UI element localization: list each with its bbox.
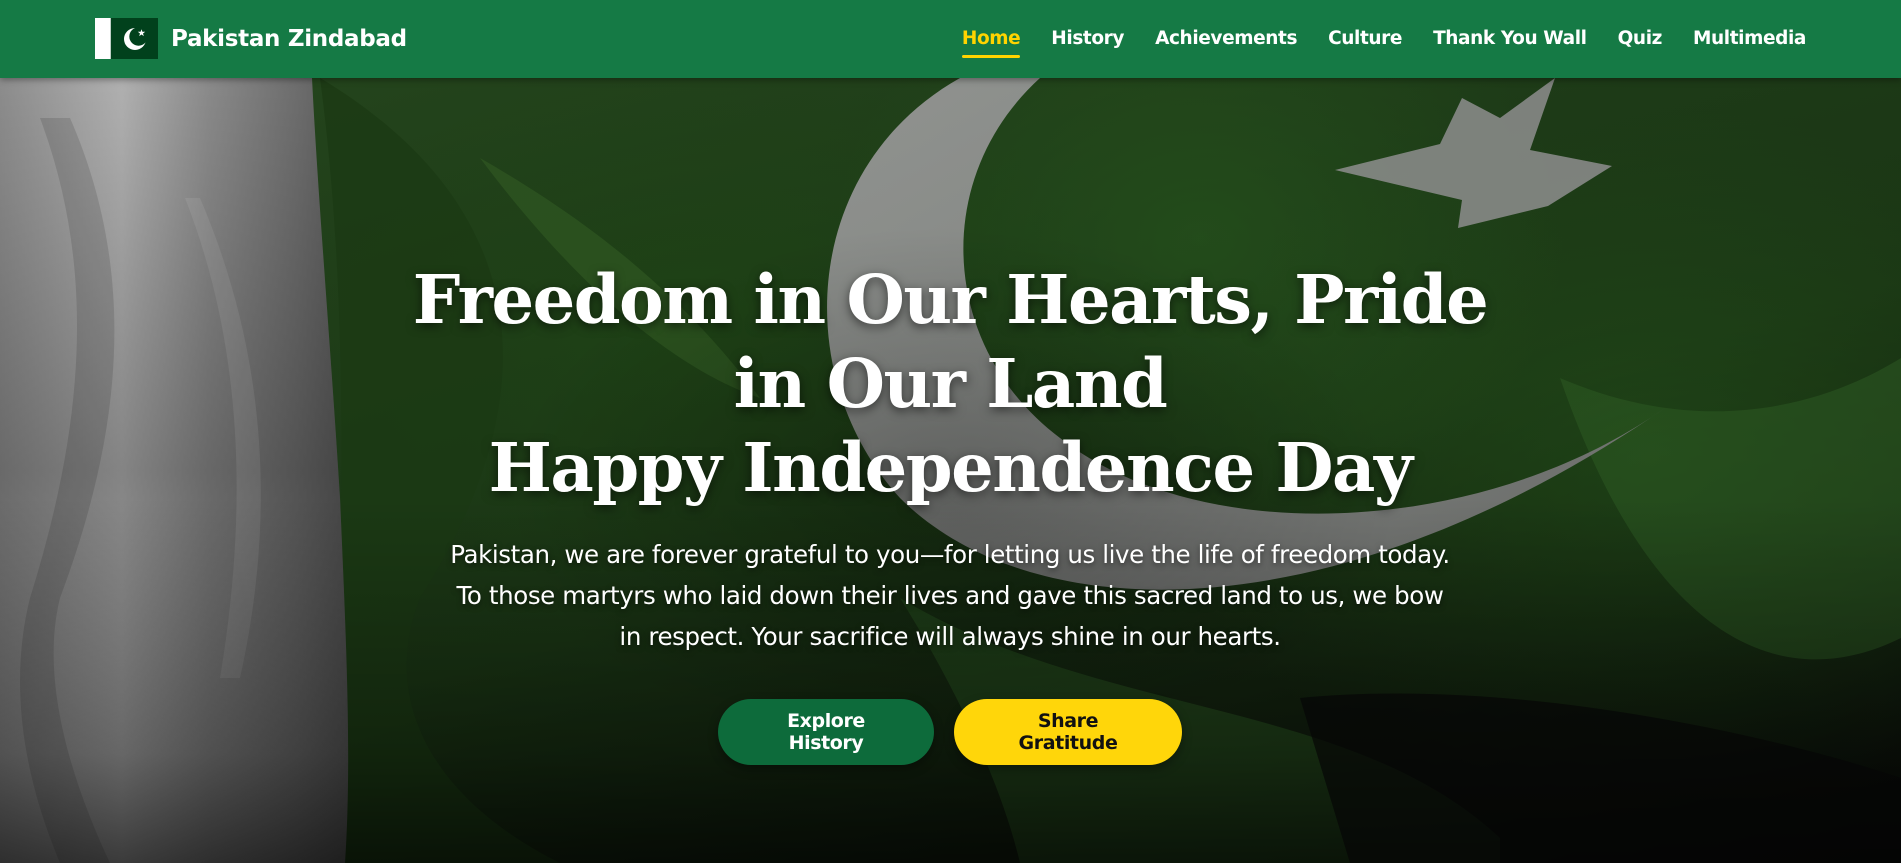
main-nav: Home History Achievements Culture Thank …	[961, 0, 1806, 78]
nav-link-home[interactable]: Home	[961, 0, 1021, 78]
nav-link-thank-you-wall[interactable]: Thank You Wall	[1433, 0, 1587, 78]
nav-link-achievements[interactable]: Achievements	[1155, 0, 1297, 78]
nav-link-multimedia[interactable]: Multimedia	[1693, 0, 1806, 78]
nav-link-history[interactable]: History	[1051, 0, 1124, 78]
brand-name: Pakistan Zindabad	[171, 25, 407, 52]
top-navbar: Pakistan Zindabad Home History Achieveme…	[0, 0, 1901, 78]
explore-history-button[interactable]: Explore History	[718, 699, 934, 765]
hero-content: Freedom in Our Hearts, Pride in Our Land…	[400, 258, 1500, 765]
pakistan-flag-icon	[95, 18, 158, 59]
hero-buttons: Explore History Share Gratitude	[400, 699, 1500, 765]
hero-section: Freedom in Our Hearts, Pride in Our Land…	[0, 78, 1901, 863]
share-gratitude-button[interactable]: Share Gratitude	[954, 699, 1182, 765]
hero-title-line-3: Happy Independence Day	[488, 428, 1413, 507]
hero-title: Freedom in Our Hearts, Pride in Our Land…	[400, 258, 1500, 510]
hero-title-line-1: Freedom in Our Hearts, Pride	[412, 260, 1489, 339]
nav-link-culture[interactable]: Culture	[1328, 0, 1402, 78]
hero-title-line-2: in Our Land	[733, 344, 1168, 423]
hero-description: Pakistan, we are forever grateful to you…	[450, 540, 1450, 651]
brand-link[interactable]: Pakistan Zindabad	[95, 18, 407, 59]
nav-link-quiz[interactable]: Quiz	[1618, 0, 1663, 78]
